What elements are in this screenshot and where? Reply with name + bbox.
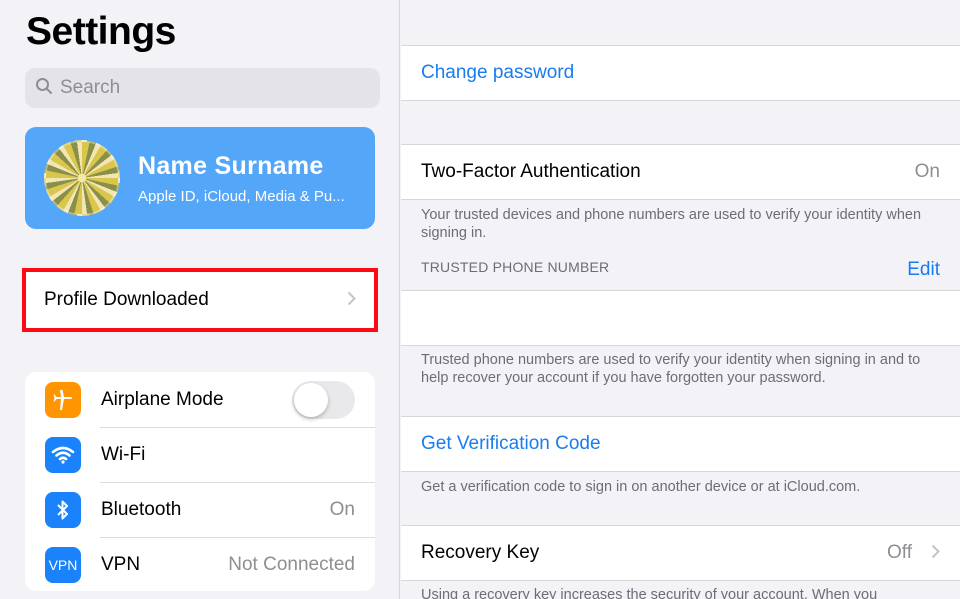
chevron-right-icon bbox=[347, 289, 356, 312]
wifi-row[interactable]: Wi-Fi bbox=[25, 427, 375, 482]
profile-name: Name Surname bbox=[138, 151, 324, 180]
bluetooth-icon bbox=[45, 491, 81, 528]
airplane-icon bbox=[45, 381, 81, 418]
recovery-key-row[interactable]: Recovery Key Off bbox=[401, 525, 960, 581]
bluetooth-label: Bluetooth bbox=[101, 498, 182, 520]
page-title: Settings bbox=[26, 10, 176, 53]
two-factor-label: Two-Factor Authentication bbox=[421, 161, 641, 182]
profile-downloaded-label: Profile Downloaded bbox=[44, 289, 209, 310]
trusted-phone-header: TRUSTED PHONE NUMBER bbox=[421, 259, 610, 275]
search-placeholder: Search bbox=[60, 77, 121, 98]
wifi-label: Wi-Fi bbox=[101, 443, 146, 465]
apple-id-card[interactable]: Name Surname Apple ID, iCloud, Media & P… bbox=[25, 127, 375, 229]
airplane-mode-row[interactable]: Airplane Mode bbox=[25, 372, 375, 427]
trusted-phone-edit-button[interactable]: Edit bbox=[907, 259, 940, 281]
vpn-icon: VPN bbox=[45, 546, 81, 583]
two-factor-value: On bbox=[914, 161, 940, 182]
profile-subtitle: Apple ID, iCloud, Media & Pu... bbox=[138, 187, 345, 205]
bluetooth-value: On bbox=[329, 498, 355, 520]
trusted-phone-row[interactable] bbox=[401, 290, 960, 346]
profile-downloaded-row[interactable]: Profile Downloaded bbox=[26, 272, 374, 328]
apple-id-security-pane: Change password Two-Factor Authenticatio… bbox=[401, 0, 960, 599]
change-password-row[interactable]: Change password bbox=[401, 45, 960, 101]
airplane-mode-label: Airplane Mode bbox=[101, 388, 224, 410]
vpn-label: VPN bbox=[101, 553, 141, 575]
avatar bbox=[44, 140, 120, 216]
settings-sidebar: Settings Search Name Surname Apple ID, i… bbox=[0, 0, 400, 599]
vpn-value: Not Connected bbox=[228, 553, 355, 575]
search-icon bbox=[35, 77, 53, 100]
vpn-row[interactable]: VPN VPN Not Connected bbox=[25, 537, 375, 591]
two-factor-note: Your trusted devices and phone numbers a… bbox=[421, 207, 922, 241]
vpn-icon-text: VPN bbox=[48, 556, 78, 573]
recovery-key-label: Recovery Key bbox=[421, 542, 540, 563]
chevron-right-icon bbox=[931, 542, 940, 565]
get-code-note: Get a verification code to sign in on an… bbox=[421, 479, 861, 495]
airplane-mode-toggle[interactable] bbox=[292, 380, 355, 419]
get-verification-code-link[interactable]: Get Verification Code bbox=[421, 433, 601, 455]
connectivity-group: Airplane Mode Wi-Fi Bluetooth On VPN VPN… bbox=[25, 372, 375, 591]
wifi-icon bbox=[45, 436, 81, 473]
get-verification-code-row[interactable]: Get Verification Code bbox=[401, 416, 960, 472]
bluetooth-row[interactable]: Bluetooth On bbox=[25, 482, 375, 537]
search-field[interactable]: Search bbox=[25, 68, 380, 108]
trusted-phone-note: Trusted phone numbers are used to verify… bbox=[421, 352, 921, 386]
recovery-key-note: Using a recovery key increases the secur… bbox=[421, 587, 878, 599]
change-password-link[interactable]: Change password bbox=[421, 62, 574, 84]
recovery-key-value: Off bbox=[887, 542, 912, 563]
two-factor-row[interactable]: Two-Factor Authentication On bbox=[401, 144, 960, 200]
